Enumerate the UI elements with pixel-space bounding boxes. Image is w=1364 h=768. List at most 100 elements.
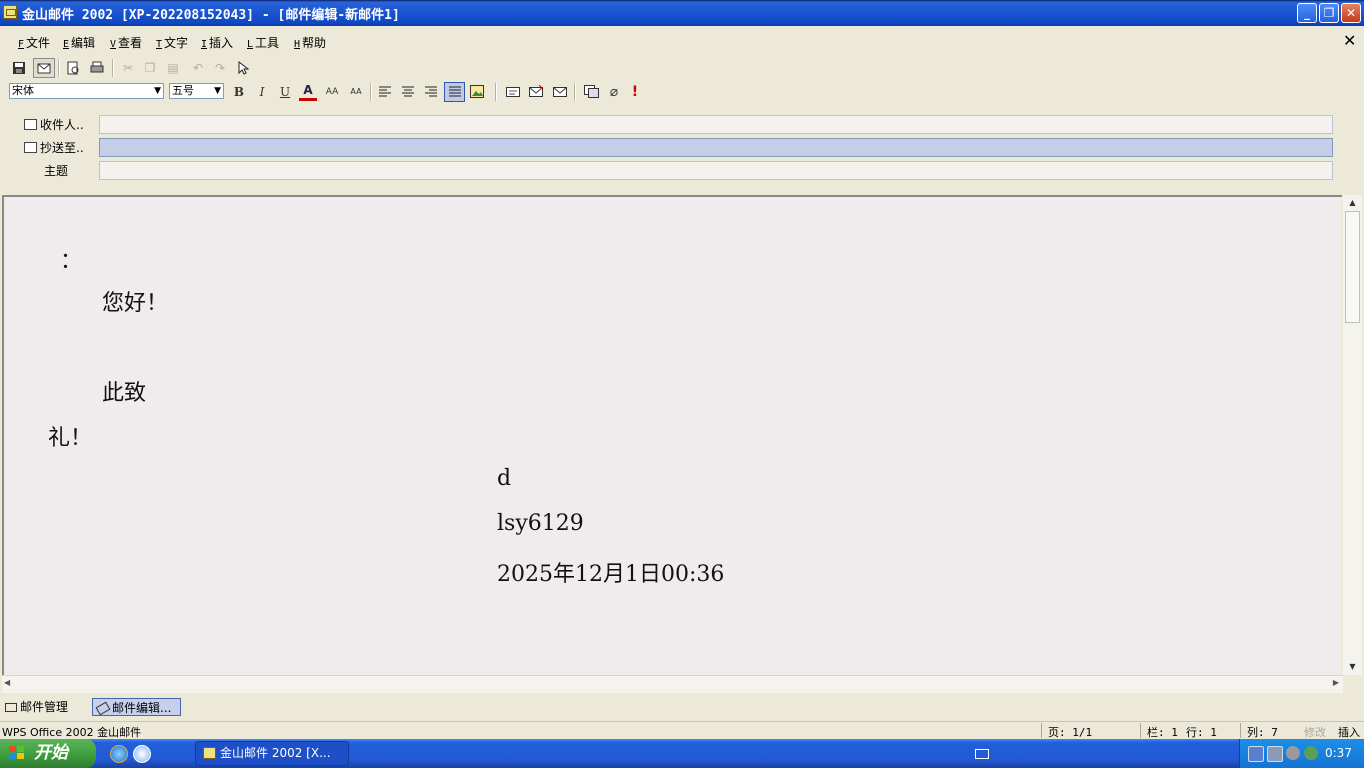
horizontal-scrollbar[interactable]: ◀ ▶ (2, 675, 1343, 693)
scroll-thumb[interactable] (1345, 211, 1360, 323)
subject-label: 主题 (44, 164, 69, 178)
paste-icon[interactable]: ▤ (164, 59, 182, 77)
menu-bar: F 文件 E 编辑 V 查看 T 文字 I 插入 L 工具 H 帮助 ✕ (0, 27, 1364, 55)
body-colon: ： (60, 249, 83, 274)
menu-text-label: 文字 (164, 36, 189, 50)
browser-quicklaunch-icon[interactable] (133, 745, 151, 763)
menu-text[interactable]: T 文字 (156, 34, 188, 51)
maximize-button[interactable]: ❐ (1319, 3, 1339, 23)
cut-icon[interactable]: ✂ (119, 59, 137, 77)
clock: 0:37 (1325, 746, 1352, 760)
title-bar[interactable]: 金山邮件 2002 [XP-202208152043] - [邮件编辑-新邮件1… (0, 0, 1364, 26)
scroll-down-icon[interactable]: ▼ (1345, 660, 1360, 674)
status-col: 列: 7 (1247, 726, 1278, 739)
mail-app-icon[interactable] (3, 5, 17, 19)
tab-mail-manage[interactable]: 邮件管理 (1, 698, 72, 716)
sound-icon[interactable] (1286, 746, 1300, 760)
mail-send-icon[interactable] (527, 83, 545, 101)
close-button[interactable]: ✕ (1341, 3, 1361, 23)
menu-file-label: 文件 (26, 36, 51, 50)
font-family-select[interactable]: 宋体 ▼ (9, 83, 164, 99)
tab-mail-edit[interactable]: 邮件编辑... (92, 698, 181, 716)
status-bar: WPS Office 2002 金山邮件 页: 1/1 栏: 1 行: 1 列:… (0, 721, 1364, 740)
ie-browser-icon[interactable] (110, 745, 128, 763)
mail-receive-icon[interactable] (551, 83, 569, 101)
align-left-icon[interactable] (376, 83, 394, 101)
signature-name: d (497, 466, 512, 491)
cc-field[interactable] (99, 138, 1333, 157)
status-row: 行: 1 (1186, 726, 1217, 739)
address-book-icon[interactable] (33, 58, 55, 78)
to-label-button[interactable]: 收件人.. (24, 116, 84, 133)
menu-help-accel: H (294, 39, 301, 50)
document-close-icon[interactable]: ✕ (1343, 31, 1356, 50)
insert-picture-icon[interactable] (468, 83, 486, 101)
shrink-font-button[interactable]: AA (345, 83, 367, 101)
status-divider (1140, 723, 1141, 738)
print-icon[interactable] (88, 59, 106, 77)
menu-edit-label: 编辑 (71, 36, 96, 50)
edit-icon (95, 701, 111, 716)
subject-field[interactable] (99, 161, 1333, 180)
tab-mail-manage-label: 邮件管理 (20, 700, 69, 714)
italic-button[interactable]: I (253, 83, 271, 101)
menu-edit[interactable]: E 编辑 (63, 34, 95, 51)
minimize-button[interactable]: _ (1297, 3, 1317, 23)
status-divider (1041, 723, 1042, 738)
taskbar-window-button[interactable]: 金山邮件 2002 [X... (195, 741, 349, 766)
address-book-icon (24, 142, 37, 153)
message-body-editor[interactable]: ： 您好！ 此致 礼！ d lsy6129 2025年12月1日00:36 (2, 195, 1342, 675)
security-icon[interactable] (1304, 746, 1318, 760)
vertical-scrollbar[interactable]: ▲ ▼ (1343, 195, 1362, 675)
menu-tools-accel: L (247, 39, 254, 50)
dropdown-arrow-icon: ▼ (154, 86, 161, 96)
menu-text-accel: T (156, 39, 163, 50)
to-field[interactable] (99, 115, 1333, 134)
bold-button[interactable]: B (230, 83, 248, 101)
font-color-button[interactable]: A (299, 83, 317, 101)
font-size-select[interactable]: 五号 ▼ (169, 83, 224, 99)
status-column-bar: 栏: 1 (1147, 726, 1178, 739)
mail-app-icon (203, 747, 216, 759)
scroll-up-icon[interactable]: ▲ (1345, 196, 1360, 210)
start-button[interactable]: 开始 (0, 739, 96, 768)
align-center-icon[interactable] (399, 83, 417, 101)
dropdown-arrow-icon: ▼ (214, 86, 221, 96)
print-preview-icon[interactable] (64, 59, 82, 77)
scroll-right-icon[interactable]: ▶ (1333, 678, 1339, 687)
status-page: 页: 1/1 (1048, 726, 1093, 739)
toolbar-separator (112, 59, 114, 77)
font-size-value: 五号 (172, 84, 194, 97)
vmware-icon[interactable] (1267, 746, 1283, 762)
contacts-icon[interactable] (582, 83, 600, 101)
insert-file-icon[interactable] (504, 83, 522, 101)
menu-help[interactable]: H 帮助 (294, 34, 326, 51)
menu-file-accel: F (18, 39, 25, 50)
save-icon[interactable] (10, 59, 28, 77)
menu-tools[interactable]: L 工具 (247, 34, 279, 51)
cc-label-button[interactable]: 抄送至.. (24, 139, 84, 156)
menu-view[interactable]: V 查看 (110, 34, 142, 51)
body-closing-1: 此致 (102, 381, 147, 406)
redo-icon[interactable]: ↷ (211, 59, 229, 77)
keyboard-icon[interactable] (975, 749, 989, 759)
menu-file[interactable]: F 文件 (18, 34, 50, 51)
copy-icon[interactable]: ❐ (141, 59, 159, 77)
underline-button[interactable]: U (276, 83, 294, 101)
align-right-icon[interactable] (422, 83, 440, 101)
cc-label: 抄送至.. (40, 141, 84, 155)
window-title: 金山邮件 2002 [XP-202208152043] - [邮件编辑-新邮件1… (22, 8, 400, 23)
scroll-left-icon[interactable]: ◀ (4, 678, 10, 687)
attachment-icon[interactable]: ⌀ (605, 83, 623, 101)
menu-view-label: 查看 (118, 36, 143, 50)
justify-icon[interactable] (444, 82, 465, 102)
pointer-icon[interactable] (234, 59, 252, 77)
to-label: 收件人.. (40, 118, 84, 132)
grow-font-button[interactable]: AA (321, 83, 343, 101)
menu-insert[interactable]: I 插入 (201, 34, 233, 51)
envelope-icon (5, 703, 17, 712)
menu-tools-label: 工具 (255, 36, 280, 50)
network-icon[interactable] (1248, 746, 1264, 762)
priority-icon[interactable]: ! (626, 83, 644, 101)
undo-icon[interactable]: ↶ (189, 59, 207, 77)
